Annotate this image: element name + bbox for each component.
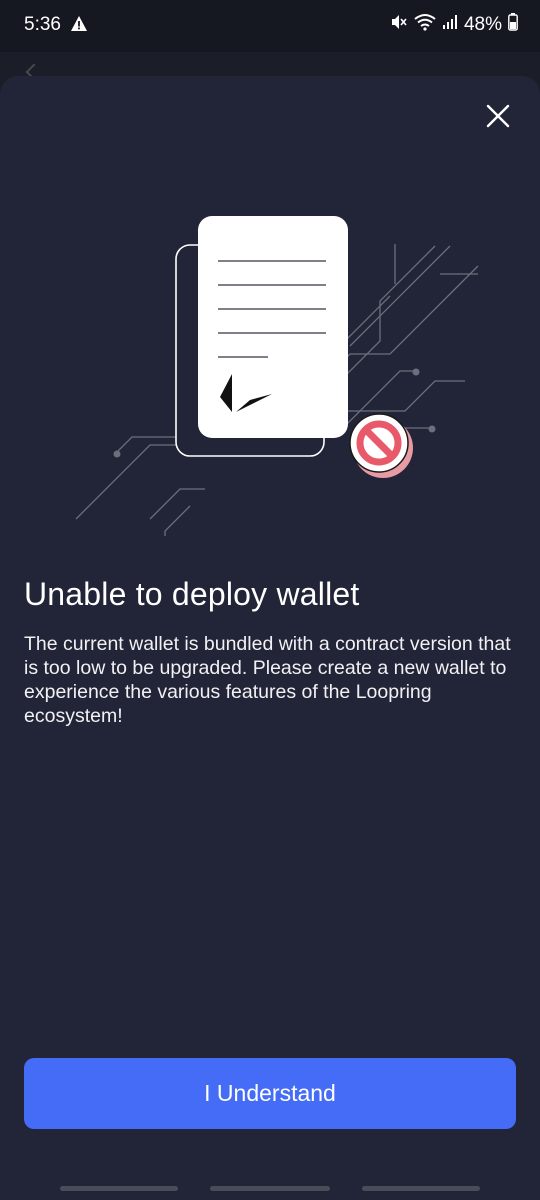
close-icon — [486, 104, 510, 128]
status-time: 5:36 — [24, 14, 61, 35]
close-button[interactable] — [480, 98, 516, 134]
battery-text: 48% — [463, 14, 502, 35]
dialog-description: The current wallet is bundled with a con… — [24, 633, 511, 727]
system-navigation-bar — [0, 1180, 540, 1200]
nav-back-handle[interactable] — [362, 1186, 480, 1191]
dialog-title: Unable to deploy wallet — [24, 576, 360, 612]
status-bar: 5:36 48% — [0, 0, 540, 52]
bottom-sheet-dialog: Unable to deploy wallet The current wall… — [0, 76, 540, 1200]
circuit-lines-icon — [75, 244, 479, 536]
nav-home-handle[interactable] — [210, 1186, 330, 1191]
wallet-illustration — [75, 244, 479, 536]
signal-icon — [442, 14, 458, 36]
nav-recents-handle[interactable] — [60, 1186, 178, 1191]
i-understand-button[interactable]: I Understand — [24, 1058, 516, 1129]
wifi-icon — [414, 13, 436, 37]
status-icons: 48% — [390, 13, 518, 37]
mute-icon — [390, 13, 408, 37]
warning-icon — [70, 15, 88, 38]
battery-icon — [508, 13, 518, 37]
